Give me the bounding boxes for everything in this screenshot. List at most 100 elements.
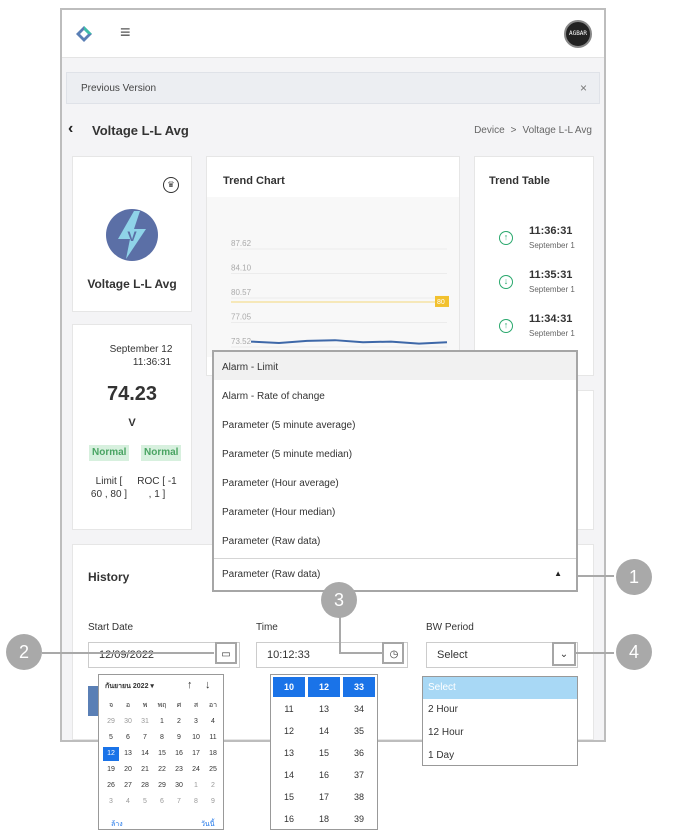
bw-option-select[interactable]: Select (423, 677, 577, 699)
calendar-day[interactable]: 2 (205, 779, 221, 793)
calendar-today-link[interactable]: วันนี้ (201, 819, 215, 830)
caret-up-icon[interactable]: ▲ (554, 569, 562, 578)
dropdown-selected-row[interactable]: Parameter (Raw data) ▲ (214, 558, 576, 590)
dropdown-option[interactable]: Alarm - Limit (222, 362, 278, 373)
time-second-option[interactable]: 33 (343, 677, 375, 697)
time-second-option[interactable]: 35 (343, 721, 375, 741)
time-second-option[interactable]: 36 (343, 743, 375, 763)
time-minute-option[interactable]: 12 (308, 677, 340, 697)
time-hour-option[interactable]: 10 (273, 677, 305, 697)
calendar-day[interactable]: 5 (103, 731, 119, 745)
calendar-day[interactable]: 7 (171, 795, 187, 809)
calendar-day[interactable]: 4 (120, 795, 136, 809)
dropdown-option[interactable]: Parameter (Hour average) (222, 478, 339, 489)
calendar-day[interactable]: 31 (137, 715, 153, 729)
breadcrumb-device[interactable]: Device (474, 125, 505, 136)
time-second-option[interactable]: 38 (343, 787, 375, 807)
calendar-day[interactable]: 29 (103, 715, 119, 729)
calendar-day[interactable]: 11 (205, 731, 221, 745)
time-minute-option[interactable]: 16 (308, 765, 340, 785)
calendar-day[interactable]: 9 (205, 795, 221, 809)
calendar-day[interactable]: 1 (188, 779, 204, 793)
calendar-day[interactable]: 27 (120, 779, 136, 793)
dropdown-option[interactable]: Alarm - Rate of change (222, 391, 325, 402)
avatar[interactable]: AGBAR (564, 20, 592, 48)
calendar-day[interactable]: 10 (188, 731, 204, 745)
calendar-day[interactable]: 30 (171, 779, 187, 793)
trend-table-row[interactable]: ↑ 11:34:31 September 1 (475, 313, 591, 353)
calendar-day[interactable]: 1 (154, 715, 170, 729)
trend-table-row[interactable]: ↑ 11:36:31 September 1 (475, 225, 591, 265)
calendar-day[interactable]: 13 (120, 747, 136, 761)
time-minute-option[interactable]: 15 (308, 743, 340, 763)
back-arrow-icon[interactable]: ‹ (68, 120, 73, 138)
time-hour-option[interactable]: 15 (273, 787, 305, 807)
dropdown-option[interactable]: Parameter (5 minute median) (222, 449, 352, 460)
bw-option[interactable]: 12 Hour (423, 722, 577, 744)
calendar-day[interactable]: 2 (171, 715, 187, 729)
time-hour-option[interactable]: 14 (273, 765, 305, 785)
calendar-day[interactable]: 24 (188, 763, 204, 777)
time-second-option[interactable]: 34 (343, 699, 375, 719)
calendar-day[interactable]: 3 (103, 795, 119, 809)
calendar-day[interactable]: 18 (205, 747, 221, 761)
calendar-day[interactable]: 26 (103, 779, 119, 793)
calendar-day[interactable]: 15 (154, 747, 170, 761)
calendar-day[interactable]: 23 (171, 763, 187, 777)
history-title: History (88, 570, 130, 584)
calendar-day[interactable]: 4 (205, 715, 221, 729)
calendar-day[interactable]: 14 (137, 747, 153, 761)
trend-table-row[interactable]: ↓ 11:35:31 September 1 (475, 269, 591, 309)
dropdown-option[interactable]: Parameter (5 minute average) (222, 420, 355, 431)
crown-icon[interactable]: ♛ (163, 177, 179, 193)
calendar-day[interactable]: 30 (120, 715, 136, 729)
bw-option[interactable]: 1 Day (423, 745, 577, 767)
dropdown-option[interactable]: Parameter (Hour median) (222, 507, 335, 518)
calendar-day[interactable]: 9 (171, 731, 187, 745)
breadcrumb: Device > Voltage L-L Avg (474, 125, 592, 136)
calendar-month-select[interactable]: กันยายน 2022 ▾ (105, 681, 154, 692)
calendar-day[interactable]: 8 (188, 795, 204, 809)
calendar-day[interactable]: 19 (103, 763, 119, 777)
time-minute-option[interactable]: 14 (308, 721, 340, 741)
calendar-day[interactable]: 20 (120, 763, 136, 777)
time-value: 10:12:33 (267, 649, 310, 661)
calendar-day[interactable]: 12 (103, 747, 119, 761)
calendar-next-icon[interactable]: ↓ (205, 679, 211, 691)
time-picker-popup[interactable]: 10 11 12 13 14 15 16 12 13 14 15 16 17 18 33 34 35 36 37 38… (270, 674, 378, 830)
time-minute-option[interactable]: 17 (308, 787, 340, 807)
calendar-day[interactable]: 17 (188, 747, 204, 761)
calendar-day[interactable]: 22 (154, 763, 170, 777)
bw-period-options[interactable]: Select 2 Hour 12 Hour 1 Day (422, 676, 578, 766)
close-icon[interactable]: × (580, 81, 587, 95)
time-hour-option[interactable]: 16 (273, 809, 305, 829)
calendar-day[interactable]: 6 (120, 731, 136, 745)
time-minute-option[interactable]: 13 (308, 699, 340, 719)
app-logo-icon[interactable] (74, 24, 94, 44)
calendar-day[interactable]: 3 (188, 715, 204, 729)
time-hour-option[interactable]: 11 (273, 699, 305, 719)
date-picker-popup[interactable]: กันยายน 2022 ▾ ↑ ↓ ล้าง วันนี้ จ อ พ พฤ ศ ส อา… (98, 674, 224, 830)
bw-option[interactable]: 2 Hour (423, 699, 577, 721)
calendar-day[interactable]: 8 (154, 731, 170, 745)
calendar-day[interactable]: 7 (137, 731, 153, 745)
hamburger-menu-icon[interactable]: ≡ (120, 22, 131, 43)
calendar-clear-link[interactable]: ล้าง (111, 819, 123, 830)
calendar-day[interactable]: 25 (205, 763, 221, 777)
time-hour-option[interactable]: 13 (273, 743, 305, 763)
trend-chart-plot: 87.62 84.10 80.57 77.05 73.52 80 (207, 197, 459, 357)
status-badge-limit: Normal (89, 445, 130, 461)
data-type-dropdown[interactable]: Alarm - Limit Alarm - Rate of change Par… (212, 350, 578, 592)
time-second-option[interactable]: 37 (343, 765, 375, 785)
calendar-day[interactable]: 5 (137, 795, 153, 809)
time-hour-option[interactable]: 12 (273, 721, 305, 741)
time-minute-option[interactable]: 18 (308, 809, 340, 829)
calendar-prev-icon[interactable]: ↑ (187, 679, 193, 691)
calendar-day[interactable]: 16 (171, 747, 187, 761)
calendar-day[interactable]: 29 (154, 779, 170, 793)
calendar-day[interactable]: 21 (137, 763, 153, 777)
calendar-day[interactable]: 28 (137, 779, 153, 793)
time-second-option[interactable]: 39 (343, 809, 375, 829)
dropdown-option[interactable]: Parameter (Raw data) (222, 536, 320, 547)
calendar-day[interactable]: 6 (154, 795, 170, 809)
